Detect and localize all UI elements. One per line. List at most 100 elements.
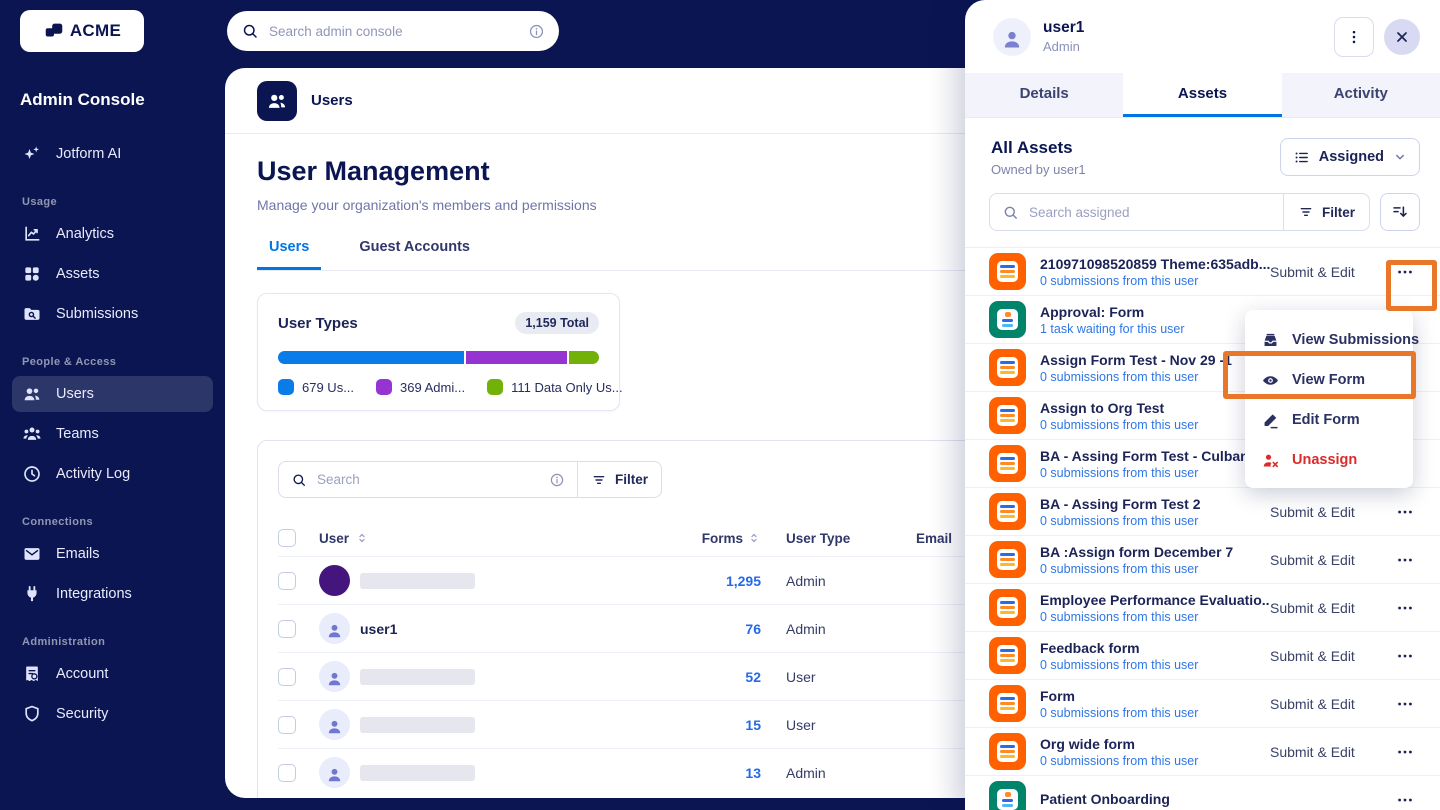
drawer-tab[interactable]: Assets [1123, 73, 1282, 117]
sidebar-section-label: Administration [22, 636, 106, 648]
select-all-checkbox[interactable] [278, 529, 296, 547]
table-search[interactable] [279, 462, 577, 497]
teams-icon [22, 424, 42, 444]
ellipsis-icon [1395, 262, 1415, 282]
row-checkbox[interactable] [278, 667, 296, 686]
sidebar-item[interactable]: Assets [12, 256, 213, 292]
sidebar-item[interactable]: Submissions [12, 296, 213, 332]
sidebar-item[interactable]: Emails [12, 536, 213, 572]
column-user[interactable]: User [319, 531, 349, 546]
assets-search-input[interactable] [1029, 204, 1271, 220]
asset-title: BA :Assign form December 7 [1040, 543, 1234, 560]
asset-title: 210971098520859 Theme:635adb... [1040, 255, 1270, 272]
forms-count-link[interactable]: 15 [745, 717, 761, 733]
asset-type-icon [989, 637, 1026, 674]
asset-type-icon [989, 781, 1026, 810]
tab[interactable]: Users [257, 239, 322, 270]
avatar [993, 17, 1031, 56]
asset-more-button[interactable] [1382, 694, 1428, 714]
asset-type-icon [989, 541, 1026, 578]
user-details-drawer: user1 Admin Details Assets Activity All … [965, 0, 1440, 810]
asset-more-button[interactable] [1382, 550, 1428, 570]
asset-subtitle-link[interactable]: 0 submissions from this user [1040, 466, 1270, 480]
sort-updown-icon[interactable] [747, 531, 761, 545]
context-menu-item[interactable]: View Submissions [1245, 320, 1419, 360]
asset-more-button[interactable] [1382, 598, 1428, 618]
sidebar-item[interactable]: Integrations [12, 576, 213, 612]
sidebar-item[interactable]: Account [12, 656, 213, 692]
asset-subtitle-link[interactable]: 0 submissions from this user [1040, 274, 1270, 288]
asset-context-menu: View Submissions View Form Edit Form Una… [1245, 310, 1419, 488]
asset-subtitle-link[interactable]: 0 submissions from this user [1040, 706, 1270, 720]
asset-row[interactable]: Patient Onboarding [965, 776, 1440, 810]
asset-row[interactable]: Feedback form 0 submissions from this us… [965, 632, 1440, 680]
user-name: user1 [360, 620, 398, 637]
context-menu-item[interactable]: View Form [1245, 360, 1413, 400]
admin-search-input[interactable] [269, 23, 518, 39]
sidebar-section-label: Usage [22, 196, 58, 208]
assets-search[interactable] [990, 194, 1283, 230]
assigned-scope-dropdown[interactable]: Assigned [1279, 138, 1420, 176]
asset-more-button[interactable] [1382, 262, 1428, 282]
user-type: Admin [786, 764, 826, 781]
asset-row[interactable]: Org wide form 0 submissions from this us… [965, 728, 1440, 776]
sidebar-item-label: Security [56, 706, 109, 722]
asset-row[interactable]: Form 0 submissions from this user Submit… [965, 680, 1440, 728]
row-checkbox[interactable] [278, 619, 296, 638]
sort-updown-icon[interactable] [355, 531, 369, 545]
asset-subtitle-link[interactable]: 0 submissions from this user [1040, 754, 1270, 768]
asset-more-button[interactable] [1382, 646, 1428, 666]
users-page-icon [257, 80, 297, 121]
asset-access-level: Submit & Edit [1270, 599, 1355, 616]
sidebar-item[interactable]: Users [12, 376, 213, 412]
forms-count-link[interactable]: 52 [745, 669, 761, 685]
forms-count-link[interactable]: 1,295 [726, 573, 761, 589]
user-types-card: User Types 1,159 Total 679 Us... 369 Adm… [257, 293, 623, 411]
assets-filter-button[interactable]: Filter [1283, 194, 1369, 230]
asset-row[interactable]: 210971098520859 Theme:635adb... 0 submis… [965, 248, 1440, 296]
owned-by-subtitle: Owned by user1 [991, 162, 1086, 177]
sidebar-item[interactable]: Activity Log [12, 456, 213, 492]
row-checkbox[interactable] [278, 571, 296, 590]
drawer-tab[interactable]: Activity [1282, 73, 1440, 117]
asset-subtitle-link[interactable]: 0 submissions from this user [1040, 370, 1270, 384]
sidebar-item[interactable]: Teams [12, 416, 213, 452]
asset-row[interactable]: Employee Performance Evaluatio... 0 subm… [965, 584, 1440, 632]
asset-more-button[interactable] [1382, 502, 1428, 522]
context-menu-item[interactable]: Edit Form [1245, 400, 1413, 440]
search-icon [241, 22, 259, 40]
asset-subtitle-link[interactable]: 1 task waiting for this user [1040, 322, 1270, 336]
asset-more-button[interactable] [1382, 742, 1428, 762]
column-user-type[interactable]: User Type [786, 531, 891, 546]
asset-row[interactable]: BA :Assign form December 7 0 submissions… [965, 536, 1440, 584]
asset-access-level: Submit & Edit [1270, 263, 1355, 280]
context-menu-item[interactable]: Unassign [1245, 440, 1413, 480]
drawer-tab[interactable]: Details [965, 73, 1123, 117]
info-icon[interactable] [549, 472, 565, 488]
asset-subtitle-link[interactable]: 0 submissions from this user [1040, 562, 1270, 576]
asset-subtitle-link[interactable]: 0 submissions from this user [1040, 658, 1270, 672]
row-checkbox[interactable] [278, 715, 296, 734]
drawer-close-button[interactable] [1384, 18, 1420, 55]
asset-row[interactable]: BA - Assing Form Test 2 0 submissions fr… [965, 488, 1440, 536]
column-forms[interactable]: Forms [702, 531, 743, 546]
tab[interactable]: Guest Accounts [347, 239, 482, 270]
forms-count-link[interactable]: 13 [745, 765, 761, 781]
asset-more-button[interactable] [1382, 790, 1428, 810]
admin-search-bar[interactable] [227, 11, 559, 51]
info-icon[interactable] [528, 23, 545, 40]
asset-subtitle-link[interactable]: 0 submissions from this user [1040, 418, 1270, 432]
table-search-input[interactable] [317, 472, 539, 487]
asset-subtitle-link[interactable]: 0 submissions from this user [1040, 610, 1270, 624]
sidebar-item[interactable]: Analytics [12, 216, 213, 252]
table-filter-button[interactable]: Filter [577, 462, 661, 497]
drawer-header: user1 Admin [965, 0, 1440, 73]
row-checkbox[interactable] [278, 763, 296, 782]
drawer-more-button[interactable] [1334, 16, 1374, 57]
sidebar-item[interactable]: Jotform AI [12, 136, 213, 172]
asset-subtitle-link[interactable]: 0 submissions from this user [1040, 514, 1270, 528]
assets-sort-button[interactable] [1380, 193, 1420, 231]
acme-logo[interactable]: ACME [20, 10, 144, 52]
sidebar-item[interactable]: Security [12, 696, 213, 732]
forms-count-link[interactable]: 76 [745, 621, 761, 637]
